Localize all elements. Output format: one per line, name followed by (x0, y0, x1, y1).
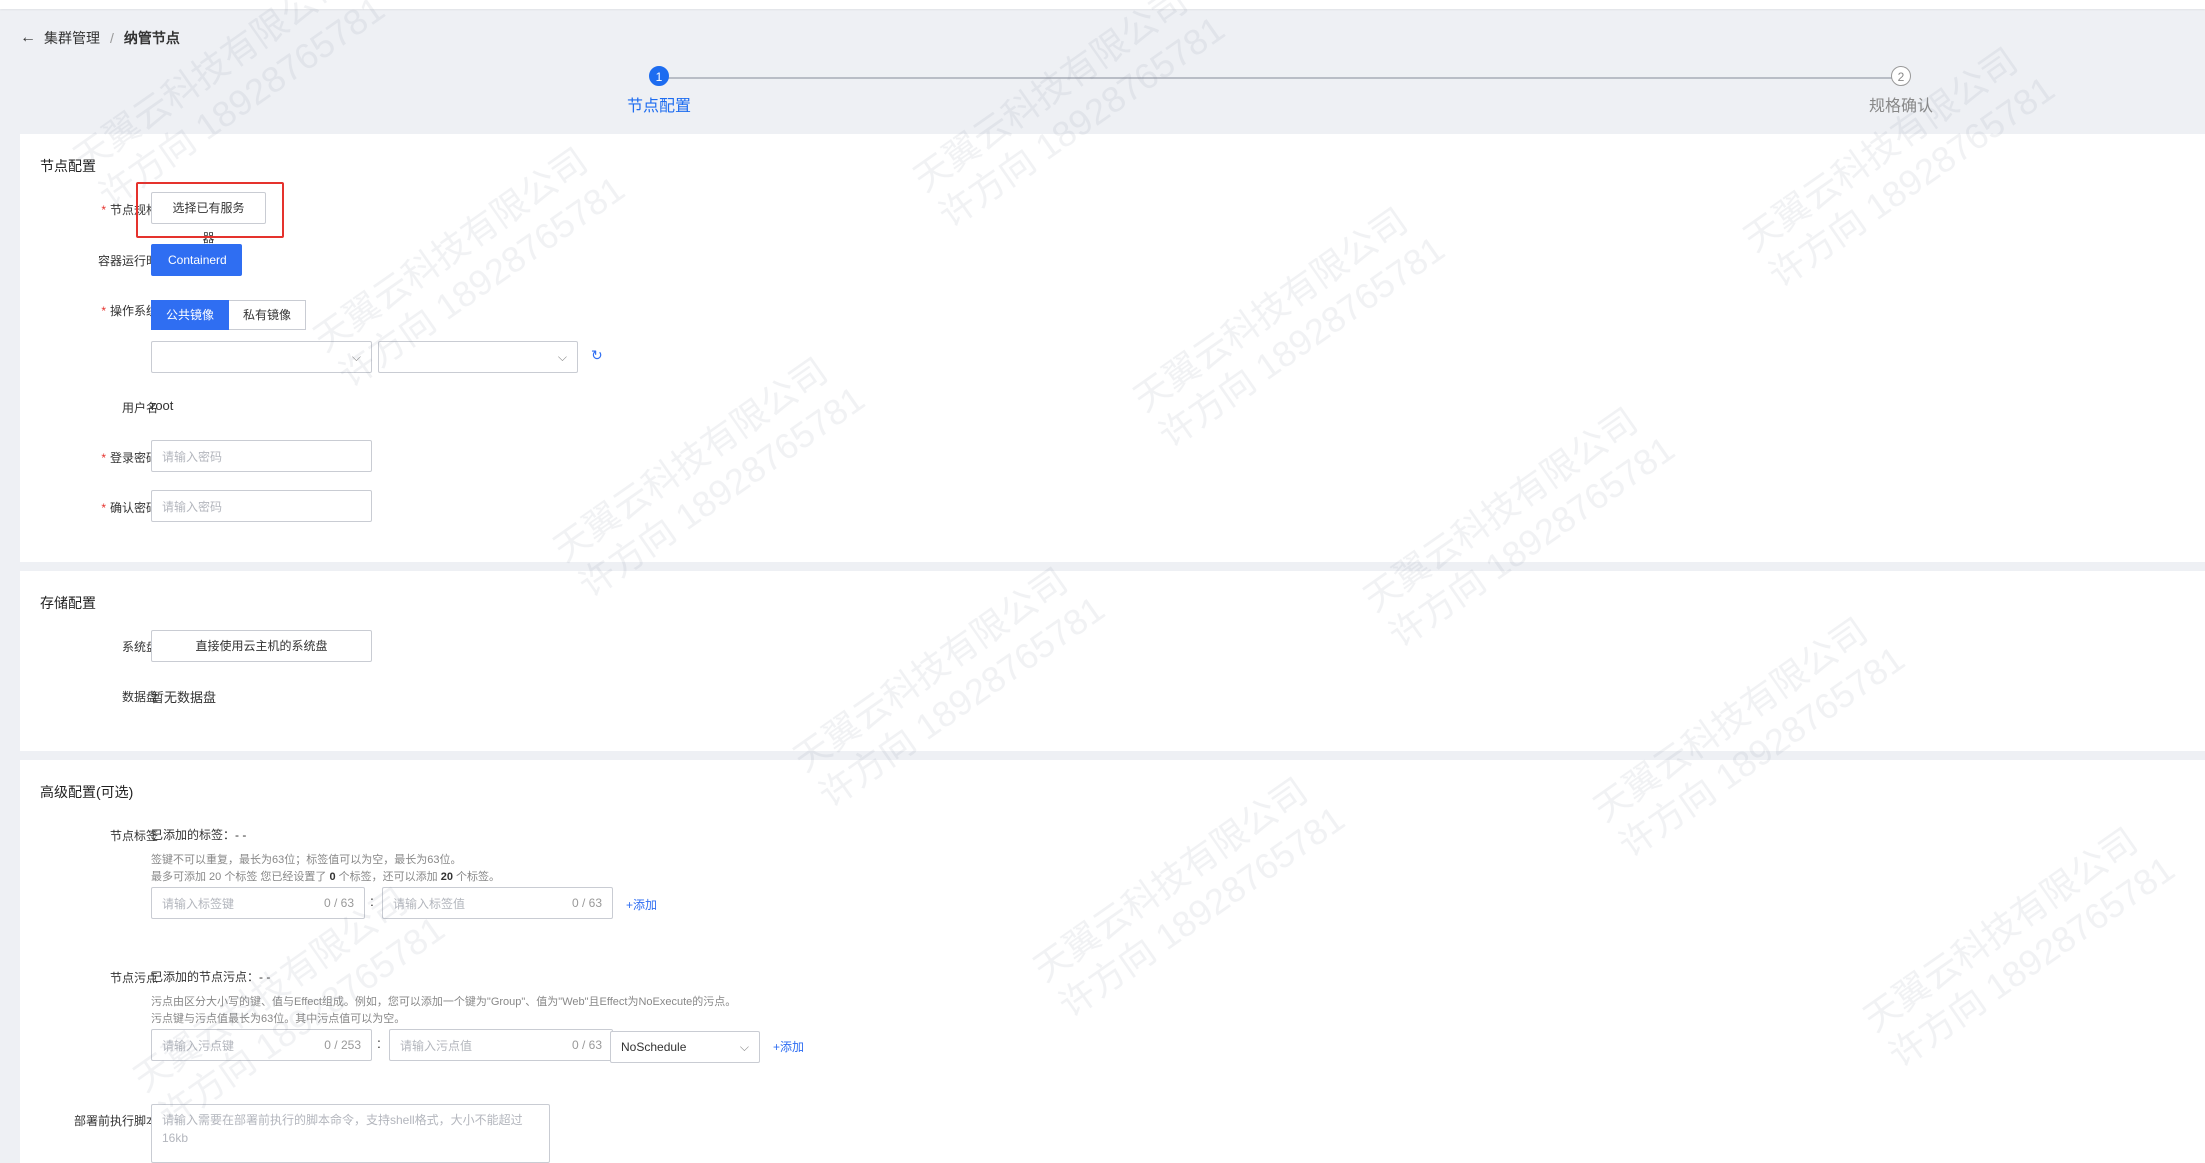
taints-hint-2: 污点键与污点值最长为63位。其中污点值可以为空。 (151, 1013, 406, 1025)
add-taint-link[interactable]: +添加 (773, 1038, 804, 1055)
label-value-input[interactable]: 请输入标签值 0 / 63 (382, 887, 613, 919)
confirm-password-input[interactable]: 请输入密码 (151, 490, 372, 522)
storage-title: 存储配置 (40, 595, 96, 611)
os-type-select[interactable]: ⌵ (151, 341, 372, 373)
added-taints-text: 已添加的节点污点：- - (151, 970, 271, 984)
breadcrumb-current: 纳管节点 (123, 30, 180, 46)
step-2-label: 规格确认 (1868, 98, 1933, 115)
step-indicator: 1 节点配置 2 规格确认 (600, 66, 1960, 126)
labels-hint-1: 签键不可以重复，最长为63位；标签值可以为空，最长为63位。 (151, 854, 462, 866)
step-2: 2 规格确认 (1842, 66, 1960, 116)
added-labels-text: 已添加的标签：- - (151, 828, 247, 842)
node-config-title: 节点配置 (40, 158, 96, 174)
username-label: 用户名 (121, 401, 158, 415)
taint-effect-select[interactable]: NoSchedule ⌵ (610, 1031, 760, 1063)
storage-card: 存储配置 系统盘 直接使用云主机的系统盘 数据盘 暂无数据盘 (20, 571, 2205, 751)
breadcrumb-parent[interactable]: 集群管理 (44, 28, 100, 48)
step-1-number: 1 (649, 66, 669, 86)
node-labels-label: 节点标签 (109, 829, 158, 843)
container-runtime-label: 容器运行时 (97, 254, 158, 268)
step-2-number: 2 (1891, 66, 1911, 86)
os-version-select[interactable]: ⌵ (378, 341, 578, 373)
taint-colon: : (377, 1035, 381, 1051)
taints-hint-1: 污点由区分大小写的键、值与Effect组成。例如，您可以添加一个键为"Group… (151, 996, 737, 1008)
confirm-password-label: * 确认密码 (101, 501, 158, 515)
os-image-toggle: 公共镜像 私有镜像 (151, 300, 307, 330)
advanced-card: 高级配置(可选) 节点标签 已添加的标签：- - 签键不可以重复，最长为63位；… (20, 760, 2205, 1163)
pre-deploy-script-textarea[interactable]: 请输入需要在部署前执行的脚本命令，支持shell格式，大小不能超过16kb (151, 1104, 550, 1163)
advanced-title: 高级配置(可选) (40, 784, 134, 800)
chevron-down-icon: ⌵ (557, 349, 567, 364)
breadcrumb-separator: / (110, 30, 114, 46)
data-disk-label: 数据盘 (121, 690, 158, 704)
breadcrumb: ← 集群管理 / 纳管节点 (20, 28, 180, 48)
step-1: 1 节点配置 (600, 66, 718, 116)
os-label: * 操作系统 (101, 304, 158, 318)
public-image-tab[interactable]: 公共镜像 (151, 300, 230, 330)
label-key-input[interactable]: 请输入标签键 0 / 63 (151, 887, 365, 919)
top-bar (0, 0, 2205, 9)
highlight-box (136, 182, 284, 238)
back-arrow-icon[interactable]: ← (20, 29, 36, 47)
system-disk-label: 系统盘 (121, 640, 158, 654)
label-colon: : (370, 893, 374, 909)
data-disk-value: 暂无数据盘 (151, 690, 217, 705)
taint-value-input[interactable]: 请输入污点值 0 / 63 (389, 1029, 613, 1061)
node-config-card: 节点配置 * 节点规格 选择已有服务器 容器运行时 Containerd * 操作系… (20, 134, 2205, 562)
node-taints-label: 节点污点 (109, 971, 158, 985)
chevron-down-icon: ⌵ (739, 1039, 749, 1054)
private-image-tab[interactable]: 私有镜像 (229, 300, 307, 330)
containerd-button[interactable]: Containerd (151, 244, 242, 276)
chevron-down-icon: ⌵ (351, 349, 361, 364)
labels-hint-2: 最多可添加 20 个标签 您已经设置了 0 个标签，还可以添加 20 个标签。 (151, 871, 501, 883)
username-value: root (151, 398, 174, 413)
refresh-icon[interactable]: ↻ (591, 347, 603, 364)
system-disk-button[interactable]: 直接使用云主机的系统盘 (151, 630, 372, 662)
step-connector (659, 77, 1901, 79)
taint-key-input[interactable]: 请输入污点键 0 / 253 (151, 1029, 372, 1061)
step-1-label: 节点配置 (626, 98, 691, 115)
password-label: * 登录密码 (101, 451, 158, 465)
add-label-link[interactable]: +添加 (626, 896, 657, 913)
pre-deploy-script-label: 部署前执行脚本 (73, 1114, 158, 1128)
password-input[interactable]: 请输入密码 (151, 440, 372, 472)
